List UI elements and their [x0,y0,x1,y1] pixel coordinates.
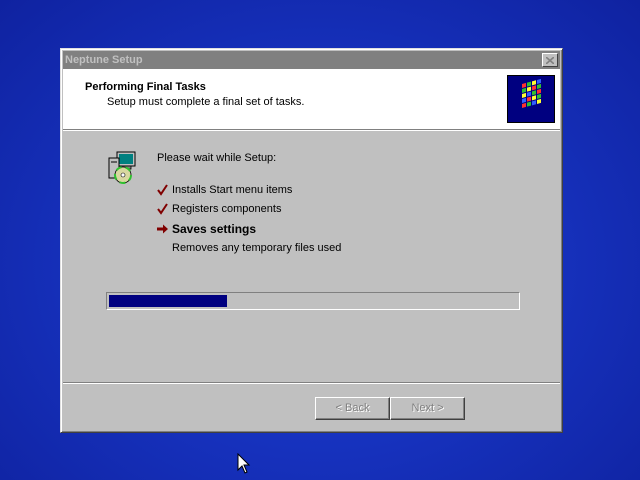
task-label: Removes any temporary files used [172,242,342,254]
setup-logo-icon [507,75,555,123]
task-label: Saves settings [172,222,257,236]
mouse-cursor-icon [237,452,251,475]
footer-divider-highlight [63,383,560,384]
computer-cd-icon [105,150,139,184]
close-button[interactable] [542,53,558,67]
progress-fill [109,295,227,307]
wizard-header: Performing Final Tasks Setup must comple… [63,69,560,130]
setup-dialog: Neptune Setup Performing Final Tasks Set… [60,48,563,433]
page-subtitle: Setup must complete a final set of tasks… [107,96,305,108]
checkmark-icon [157,182,169,198]
close-icon [546,56,554,64]
progress-bar [106,292,520,310]
title-bar[interactable]: Neptune Setup [63,51,560,69]
next-button[interactable]: Next > [390,397,465,420]
arrow-right-icon [157,221,169,237]
header-divider [63,130,560,131]
task-label: Installs Start menu items [172,184,293,196]
task-label: Registers components [172,203,282,215]
window-title: Neptune Setup [65,54,143,66]
page-title: Performing Final Tasks [85,81,206,93]
back-button[interactable]: < Back [315,397,390,420]
checkmark-icon [157,201,169,217]
wait-text: Please wait while Setup: [157,152,277,164]
